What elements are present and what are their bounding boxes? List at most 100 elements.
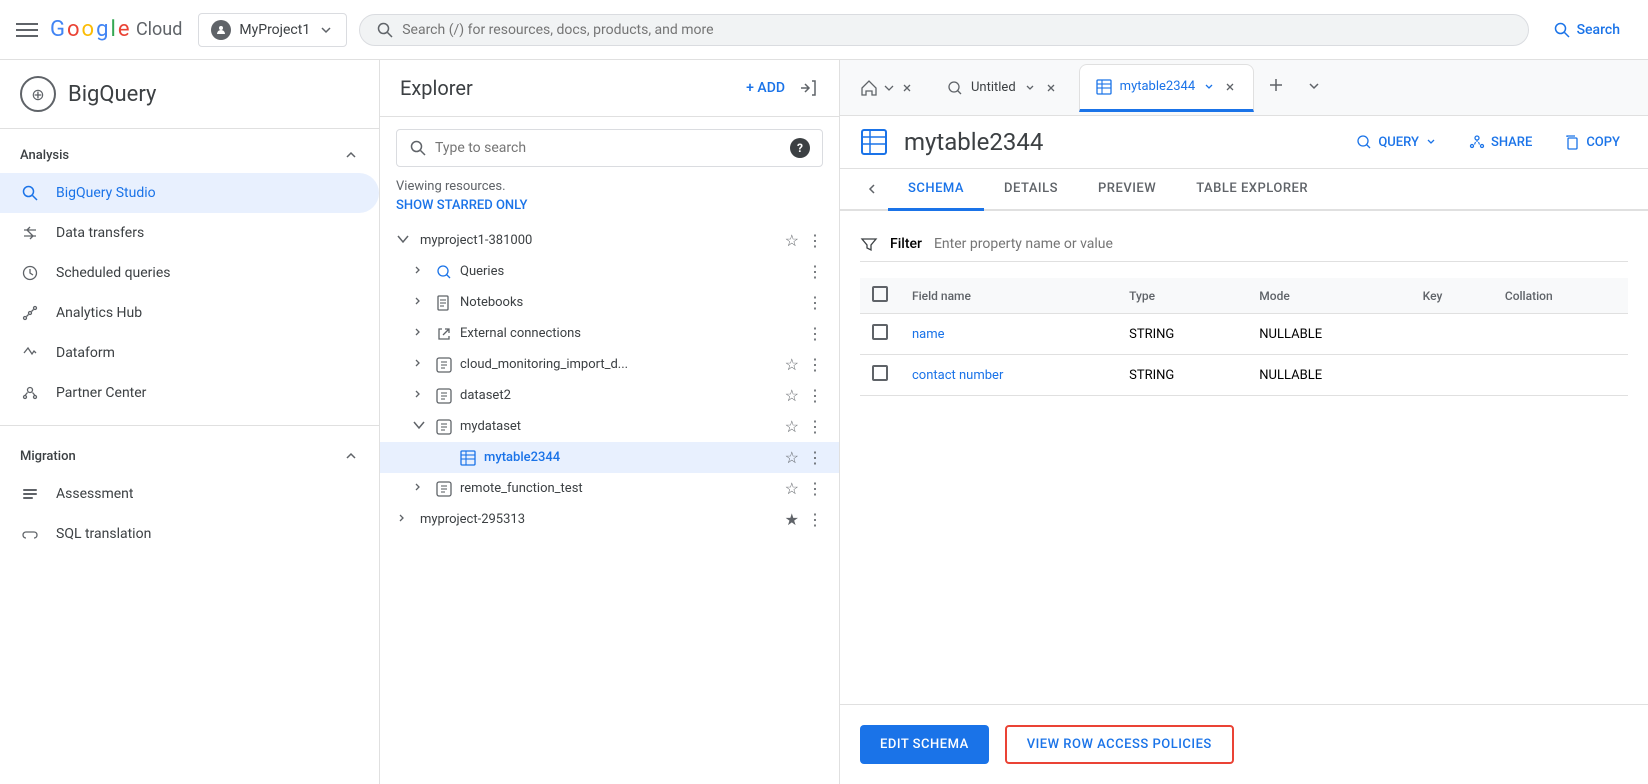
tab-untitled[interactable]: Untitled [930,64,1075,112]
view-row-access-button[interactable]: VIEW ROW ACCESS POLICIES [1005,725,1234,764]
project-selector[interactable]: MyProject1 [198,13,347,47]
query-btn-label: QUERY [1378,135,1419,150]
star-icon[interactable]: ★ [785,510,799,529]
tabs-back-button[interactable] [856,169,888,209]
collapse-icon[interactable] [797,77,819,99]
sidebar-item-scheduled-queries[interactable]: Scheduled queries [0,253,379,293]
main-layout: ⊕ BigQuery Analysis BigQuery Studio Data… [0,60,1648,784]
close-tab-icon[interactable] [1044,81,1058,95]
row-checkbox[interactable] [872,365,888,381]
analysis-label: Analysis [20,148,69,163]
sidebar-item-label: BigQuery Studio [56,185,156,201]
explorer-search-input[interactable] [435,140,782,156]
select-all-checkbox[interactable] [872,286,888,302]
tab-details[interactable]: DETAILS [984,169,1078,211]
tree-item-cloud-monitoring[interactable]: cloud_monitoring_import_d... ☆ ⋮ [380,349,839,380]
field-name-link[interactable]: contact number [912,368,1003,383]
global-search-input[interactable] [402,22,1511,38]
star-icon[interactable]: ☆ [785,448,799,467]
sidebar-item-data-transfers[interactable]: Data transfers [0,213,379,253]
star-icon[interactable]: ☆ [785,417,799,436]
project-name: MyProject1 [239,22,310,38]
home-close-icon[interactable] [900,81,914,95]
more-icon[interactable]: ⋮ [807,324,823,343]
tree-item-label: remote_function_test [460,481,583,496]
search-button[interactable]: Search [1541,15,1632,45]
star-icon[interactable]: ☆ [785,355,799,374]
expand-icon [396,232,412,250]
home-chevron-icon [882,81,896,95]
filter-input[interactable] [934,236,1628,252]
field-key [1411,355,1493,396]
tree-item-dataset2[interactable]: dataset2 ☆ ⋮ [380,380,839,411]
sidebar-item-sql-translation[interactable]: SQL translation [0,514,379,554]
field-mode: NULLABLE [1247,314,1410,355]
menu-icon[interactable] [16,23,38,37]
tree-item-label: Queries [460,264,504,279]
star-icon[interactable]: ☆ [785,479,799,498]
more-icon[interactable]: ⋮ [807,479,823,498]
share-button[interactable]: SHARE [1461,128,1540,156]
copy-button[interactable]: COPY [1556,128,1628,156]
close-tab-icon[interactable] [1223,80,1237,94]
global-search-bar[interactable] [359,14,1528,46]
tree-item-myproject1[interactable]: myproject1-381000 ☆ ⋮ [380,225,839,256]
table-name: mytable2344 [904,128,1043,156]
more-icon[interactable]: ⋮ [807,448,823,467]
table-row: contact number STRING NULLABLE [860,355,1628,396]
star-icon[interactable]: ☆ [785,231,799,250]
tree-item-notebooks[interactable]: Notebooks ⋮ [380,287,839,318]
more-icon[interactable]: ⋮ [807,417,823,436]
viewing-text: Viewing resources. [380,179,839,198]
row-checkbox[interactable] [872,324,888,340]
tab-overflow-button[interactable] [1298,70,1330,106]
more-icon[interactable]: ⋮ [807,510,823,529]
sidebar-item-assessment[interactable]: Assessment [0,474,379,514]
tree-item-queries[interactable]: Queries ⋮ [380,256,839,287]
explorer-search-box[interactable]: ? [396,129,823,167]
expand-icon [412,388,428,404]
field-key [1411,314,1493,355]
more-icon[interactable]: ⋮ [807,231,823,250]
schema-content: Filter Field name Type Mode Key Collatio… [840,211,1648,704]
query-button[interactable]: QUERY [1348,128,1445,156]
field-name-link[interactable]: name [912,327,945,342]
table-tab-icon [1096,79,1112,95]
tree-item-remote-function[interactable]: remote_function_test ☆ ⋮ [380,473,839,504]
col-field-name: Field name [900,278,1117,314]
sidebar-item-analytics-hub[interactable]: Analytics Hub [0,293,379,333]
more-icon[interactable]: ⋮ [807,262,823,281]
analysis-section: Analysis BigQuery Studio Data transfers [0,129,379,421]
sidebar-item-bigquery-studio[interactable]: BigQuery Studio [0,173,379,213]
tab-preview[interactable]: PREVIEW [1078,169,1176,211]
add-tab-button[interactable] [1258,67,1294,108]
explorer-title: Explorer [400,76,473,100]
migration-header[interactable]: Migration [0,438,379,474]
col-collation: Collation [1493,278,1628,314]
sidebar-item-dataform[interactable]: Dataform [0,333,379,373]
sidebar-item-partner-center[interactable]: Partner Center [0,373,379,413]
tab-mytable2344[interactable]: mytable2344 [1079,64,1254,112]
analysis-header[interactable]: Analysis [0,137,379,173]
edit-schema-button[interactable]: EDIT SCHEMA [860,725,989,764]
tree-item-mydataset[interactable]: mydataset ☆ ⋮ [380,411,839,442]
tree-item-myproject295313[interactable]: myproject-295313 ★ ⋮ [380,504,839,535]
show-starred-button[interactable]: SHOW STARRED ONLY [380,198,839,221]
more-icon[interactable]: ⋮ [807,386,823,405]
home-tab[interactable] [848,71,926,105]
more-icon[interactable]: ⋮ [807,293,823,312]
star-icon[interactable]: ☆ [785,386,799,405]
more-icon[interactable]: ⋮ [807,355,823,374]
tree-item-mytable2344[interactable]: mytable2344 ☆ ⋮ [380,442,839,473]
tree-item-external-connections[interactable]: External connections ⋮ [380,318,839,349]
home-icon [860,79,878,97]
tab-schema[interactable]: SCHEMA [888,169,984,211]
help-icon[interactable]: ? [790,138,810,158]
dataset-icon [436,357,452,373]
project-item-label: myproject-295313 [420,512,525,527]
expand-icon [412,264,428,280]
table-icon [460,450,476,466]
add-button[interactable]: + ADD [746,80,785,96]
explorer-header: Explorer + ADD [380,60,839,117]
tab-table-explorer[interactable]: TABLE EXPLORER [1176,169,1328,211]
